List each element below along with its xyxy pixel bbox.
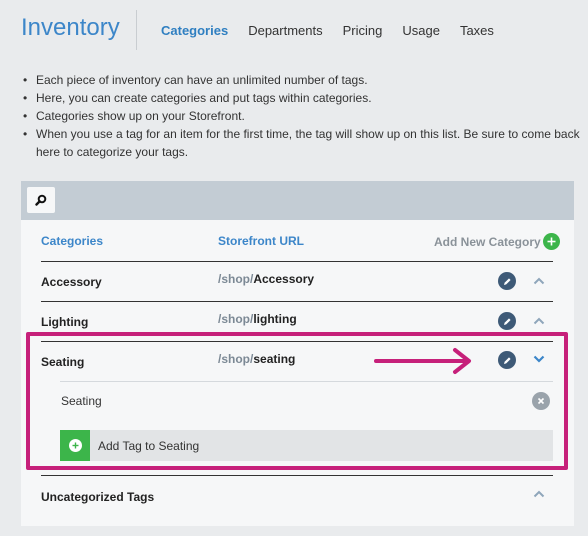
plus-icon: [68, 439, 82, 452]
row-divider: [41, 341, 553, 342]
info-bullet: Categories show up on your Storefront.: [21, 107, 581, 125]
page-header: Inventory Categories Departments Pricing…: [0, 0, 588, 60]
category-url: /shop/lighting: [218, 312, 297, 326]
expand-category-button[interactable]: [532, 352, 546, 366]
nav-tab-usage[interactable]: Usage: [402, 23, 440, 38]
plus-icon: [542, 233, 560, 250]
pencil-icon: [503, 277, 511, 285]
app-title: Inventory: [21, 14, 120, 41]
tag-row-divider: [60, 381, 553, 382]
add-tag-plus: [60, 430, 90, 461]
edit-category-button[interactable]: [498, 351, 516, 369]
edit-category-button[interactable]: [498, 272, 516, 290]
chevron-down-icon: [533, 355, 545, 363]
nav-tab-taxes[interactable]: Taxes: [460, 23, 494, 38]
info-bullets: Each piece of inventory can have an unli…: [21, 71, 581, 161]
info-bullet: Here, you can create categories and put …: [21, 89, 581, 107]
add-new-category-button[interactable]: Add New Category: [434, 233, 560, 250]
header-divider: [136, 10, 137, 50]
close-icon: [537, 397, 545, 405]
tag-name: Seating: [61, 394, 102, 408]
category-url: /shop/Accessory: [218, 272, 315, 286]
chevron-up-icon: [533, 490, 545, 498]
info-bullet: Each piece of inventory can have an unli…: [21, 71, 581, 89]
row-divider: [41, 301, 553, 302]
category-name: Seating: [41, 355, 85, 369]
category-name: Lighting: [41, 315, 89, 329]
add-tag-button[interactable]: Add Tag to Seating: [60, 430, 553, 461]
column-header-categories[interactable]: Categories: [41, 234, 103, 248]
collapse-category-button[interactable]: [532, 314, 546, 328]
collapse-uncategorized-button[interactable]: [532, 487, 546, 501]
row-divider: [41, 475, 553, 476]
add-tag-label: Add Tag to Seating: [98, 438, 200, 453]
info-bullet: When you use a tag for an item for the f…: [21, 125, 581, 161]
top-nav: Categories Departments Pricing Usage Tax…: [161, 23, 514, 38]
pencil-icon: [503, 317, 511, 325]
edit-category-button[interactable]: [498, 312, 516, 330]
arrow-annotation-icon: [374, 348, 471, 374]
category-name: Accessory: [41, 275, 102, 289]
search-button[interactable]: [27, 187, 55, 213]
search-icon: [35, 194, 47, 206]
search-bar: [21, 181, 574, 220]
remove-tag-button[interactable]: [532, 392, 550, 410]
uncategorized-tags-label: Uncategorized Tags: [41, 490, 155, 504]
collapse-category-button[interactable]: [532, 274, 546, 288]
chevron-up-icon: [533, 317, 545, 325]
chevron-up-icon: [533, 277, 545, 285]
nav-tab-departments[interactable]: Departments: [248, 23, 322, 38]
pencil-icon: [503, 356, 511, 364]
nav-tab-pricing[interactable]: Pricing: [343, 23, 383, 38]
add-new-category-label: Add New Category: [434, 234, 541, 249]
category-url: /shop/seating: [218, 352, 296, 366]
categories-panel: Categories Storefront URL Add New Catego…: [21, 181, 574, 526]
nav-tab-categories[interactable]: Categories: [161, 23, 228, 38]
column-header-storefront-url[interactable]: Storefront URL: [218, 234, 304, 248]
row-divider: [41, 261, 553, 262]
